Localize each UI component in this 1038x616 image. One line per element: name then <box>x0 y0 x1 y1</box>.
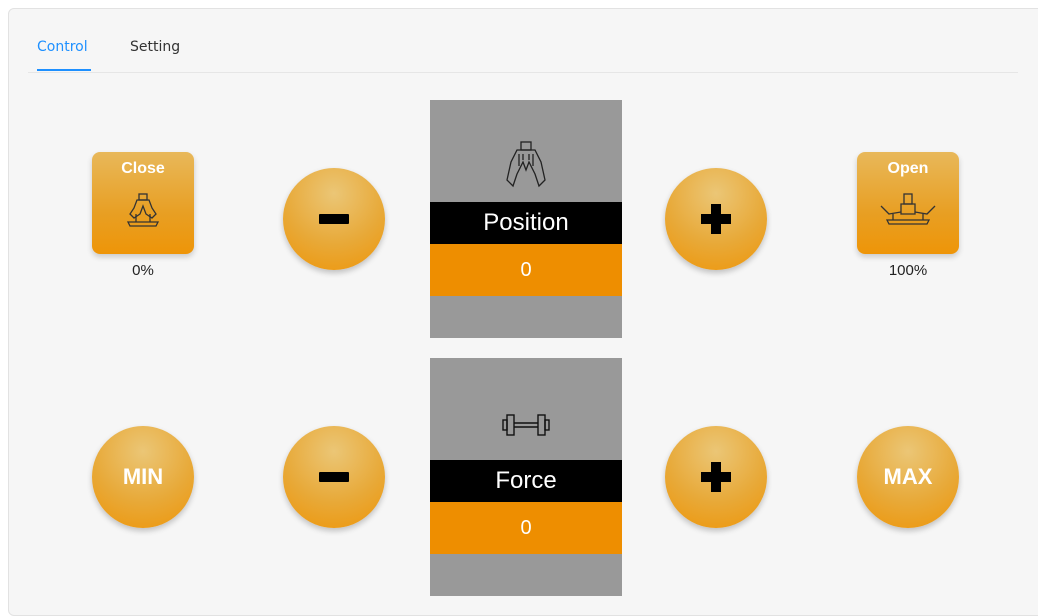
plus-icon-vertical <box>711 462 721 492</box>
tab-control[interactable]: Control <box>37 39 88 55</box>
position-value: 0 <box>430 244 622 296</box>
force-increase-button[interactable] <box>665 426 767 528</box>
dumbbell-icon <box>501 410 551 444</box>
close-button-label: Close <box>121 160 165 177</box>
open-button-label: Open <box>887 160 929 177</box>
position-label: Position <box>430 202 622 244</box>
force-min-button[interactable]: MIN <box>92 426 194 528</box>
gripper-icon <box>501 140 551 194</box>
gripper-open-icon <box>879 192 937 234</box>
minus-icon <box>319 472 349 482</box>
plus-icon-vertical <box>711 204 721 234</box>
open-button[interactable]: Open <box>857 152 959 254</box>
force-label: Force <box>430 460 622 502</box>
force-max-button[interactable]: MAX <box>857 426 959 528</box>
position-decrease-button[interactable] <box>283 168 385 270</box>
force-value: 0 <box>430 502 622 554</box>
tab-setting[interactable]: Setting <box>130 39 180 55</box>
tab-bar: Control Setting <box>28 28 1018 73</box>
force-panel: Force 0 <box>430 358 622 596</box>
position-increase-button[interactable] <box>665 168 767 270</box>
position-panel: Position 0 <box>430 100 622 338</box>
open-percent: 100% <box>888 262 928 279</box>
close-percent: 0% <box>132 262 154 279</box>
force-decrease-button[interactable] <box>283 426 385 528</box>
active-tab-indicator <box>37 69 91 71</box>
minus-icon <box>319 214 349 224</box>
max-label: MAX <box>883 464 933 489</box>
min-label: MIN <box>122 464 164 489</box>
gripper-closed-icon <box>122 192 164 234</box>
close-button[interactable]: Close <box>92 152 194 254</box>
